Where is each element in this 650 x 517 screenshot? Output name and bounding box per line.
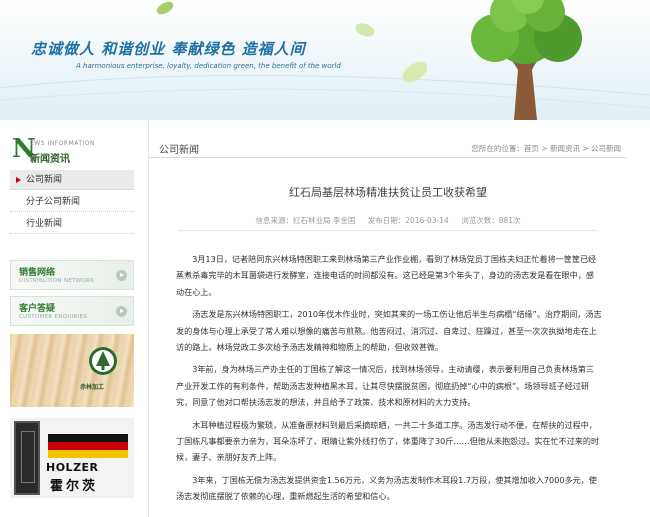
arrow-right-icon: [116, 306, 127, 317]
sidebar: N EWS INFORMATION 新闻资讯 公司新闻 分子公司新闻 行业新闻 …: [10, 120, 134, 517]
customer-enquiries-link[interactable]: 客户答疑 CUSTOMER ENQUIRIES: [10, 296, 134, 326]
divider: [179, 230, 597, 231]
page: 忠诚做人 和谐创业 奉献绿色 造福人间 A harmonious enterpr…: [0, 0, 650, 517]
company-logo-icon: [89, 347, 117, 375]
slogan-english: A harmonious enterprise, loyalty, dedica…: [76, 62, 341, 70]
holzer-brand-cn: 霍尔茨: [50, 479, 99, 494]
ad-caption: 赤林加工: [80, 384, 105, 391]
article-paragraph: 汤志发是东兴林场特困职工，2010年伐木作业时，突如其来的一场工伤让他后半生与病…: [176, 309, 602, 353]
enquiries-title: 客户答疑: [19, 304, 56, 314]
distribution-network-link[interactable]: 销售网络 DISTRIBUTION NETWORK: [10, 260, 134, 290]
article-source: 信息来源：红石林业局 李金国: [255, 216, 356, 225]
main-content: 公司新闻 您所在的位置：首页 > 新闻资讯 > 公司新闻 红石局基层林场精准扶贫…: [148, 120, 627, 517]
article-title: 红石局基层林场精准扶贫让员工收获希望: [289, 186, 487, 199]
arrow-right-icon: [116, 270, 127, 281]
slogan: 忠诚做人 和谐创业 奉献绿色 造福人间: [31, 40, 306, 58]
door-image: [14, 421, 40, 495]
news-heading-en: EWS INFORMATION: [30, 140, 96, 147]
article-paragraph: 3年来，丁国栋无偿为汤志发提供资金1.56万元，义务为汤志发制作木耳段1.7万段…: [176, 474, 597, 502]
distribution-title: 销售网络: [19, 268, 56, 278]
article-paragraph: 3年前，身为林场三产办主任的丁国栋了解这一情况后，找到林场领导，主动请缨，表示要…: [176, 364, 594, 408]
news-heading: N EWS INFORMATION 新闻资讯: [10, 134, 134, 174]
section-title: 公司新闻: [159, 145, 199, 156]
header-banner: 忠诚做人 和谐创业 奉献绿色 造福人间 A harmonious enterpr…: [0, 0, 650, 120]
article-date: 发布日期：2016-03-14: [367, 216, 449, 225]
news-heading-cn: 新闻资讯: [30, 154, 70, 165]
holzer-ad[interactable]: HOLZER 霍尔茨: [10, 418, 134, 498]
tree-icon: [471, 0, 582, 64]
article-views: 浏览次数：881次: [461, 216, 521, 225]
section-header: 公司新闻 您所在的位置：首页 > 新闻资讯 > 公司新闻: [149, 138, 627, 158]
banner-illustration: [0, 0, 650, 120]
news-menu: 公司新闻 分子公司新闻 行业新闻: [10, 170, 134, 236]
menu-item-company-news[interactable]: 公司新闻: [10, 170, 134, 190]
distribution-subtitle: DISTRIBUTION NETWORK: [19, 278, 95, 284]
menu-item-subsidiary-news[interactable]: 分子公司新闻: [10, 192, 134, 212]
enquiries-subtitle: CUSTOMER ENQUIRIES: [19, 314, 88, 320]
article-paragraph: 3月13日，记者陪同东兴林场特困职工来到林场第三产业作业棚，看到了林场党员丁国栋…: [176, 254, 597, 297]
article-paragraph: 木耳种植过程极为繁琐，从准备原材料到最后采摘晾晒，一共二十多道工序。汤志发行动不…: [176, 419, 600, 463]
article-meta: 信息来源：红石林业局 李金国 发布日期：2016-03-14 浏览次数：881次: [149, 215, 627, 226]
article-body: 3月13日，记者陪同东兴林场特困职工来到林场第三产业作业棚，看到了林场党员丁国栋…: [176, 251, 602, 511]
breadcrumb[interactable]: 您所在的位置：首页 > 新闻资讯 > 公司新闻: [471, 143, 621, 154]
holzer-brand: HOLZER: [46, 461, 99, 474]
holzer-logo-icon: [48, 434, 128, 458]
wood-processing-ad[interactable]: 赤林加工: [10, 334, 134, 407]
menu-item-industry-news[interactable]: 行业新闻: [10, 214, 134, 234]
